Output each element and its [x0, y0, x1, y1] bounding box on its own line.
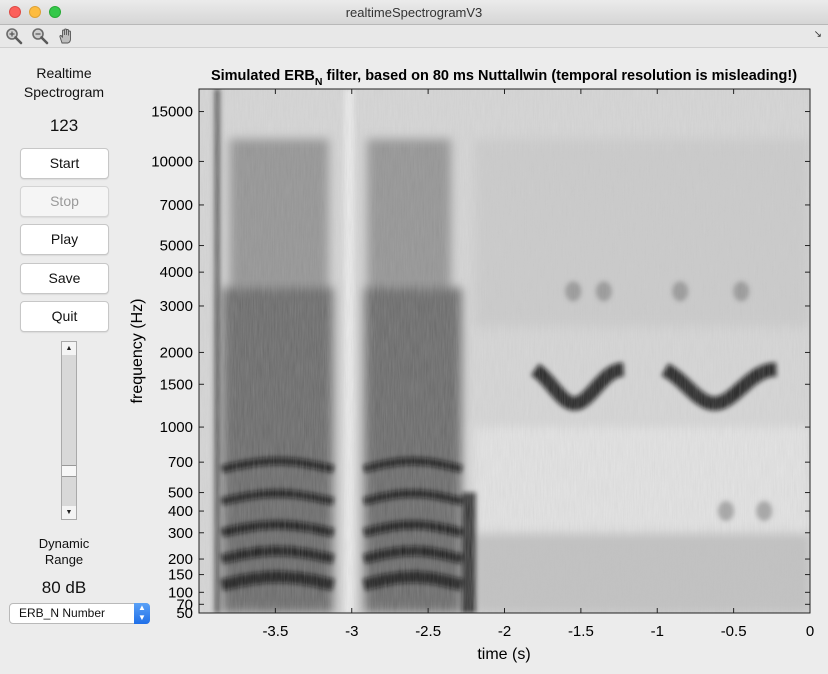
chart-title: Simulated ERBN filter, based on 80 ms Nu…	[211, 68, 797, 88]
x-tick-label-1: -3	[345, 623, 358, 640]
y-tick-label-700: 700	[168, 454, 193, 471]
y-tick-label-10000: 10000	[151, 153, 193, 170]
x-tick-label-7: 0	[806, 623, 814, 640]
y-tick-label-15000: 15000	[151, 104, 193, 121]
x-tick-label-2: -2.5	[415, 623, 441, 640]
chart-title-prefix: Simulated ERB	[211, 68, 315, 84]
spectrogram-image	[199, 89, 810, 613]
spectrogram-chart: Simulated ERBN filter, based on 80 ms Nu…	[129, 68, 814, 663]
y-tick-label-5000: 5000	[160, 238, 193, 255]
y-tick-label-200: 200	[168, 551, 193, 568]
x-tick-label-4: -1.5	[568, 623, 594, 640]
y-tick-label-400: 400	[168, 503, 193, 520]
y-tick-label-1000: 1000	[160, 419, 193, 436]
y-tick-label-50: 50	[176, 605, 193, 622]
x-tick-label-0: -3.5	[262, 623, 288, 640]
chart-title-subscript: N	[315, 76, 323, 88]
y-tick-label-2000: 2000	[160, 344, 193, 361]
y-tick-label-1500: 1500	[160, 376, 193, 393]
chart-title-suffix: filter, based on 80 ms Nuttallwin (tempo…	[322, 68, 797, 84]
y-tick-label-150: 150	[168, 567, 193, 584]
y-tick-label-7000: 7000	[160, 197, 193, 214]
x-tick-label-3: -2	[498, 623, 511, 640]
y-tick-label-4000: 4000	[160, 264, 193, 281]
y-tick-label-500: 500	[168, 485, 193, 502]
y-tick-label-3000: 3000	[160, 298, 193, 315]
x-tick-label-5: -1	[651, 623, 664, 640]
x-tick-label-6: -0.5	[721, 623, 747, 640]
y-tick-label-300: 300	[168, 525, 193, 542]
y-axis-label: frequency (Hz)	[129, 299, 146, 404]
x-axis-label: time (s)	[477, 646, 530, 663]
